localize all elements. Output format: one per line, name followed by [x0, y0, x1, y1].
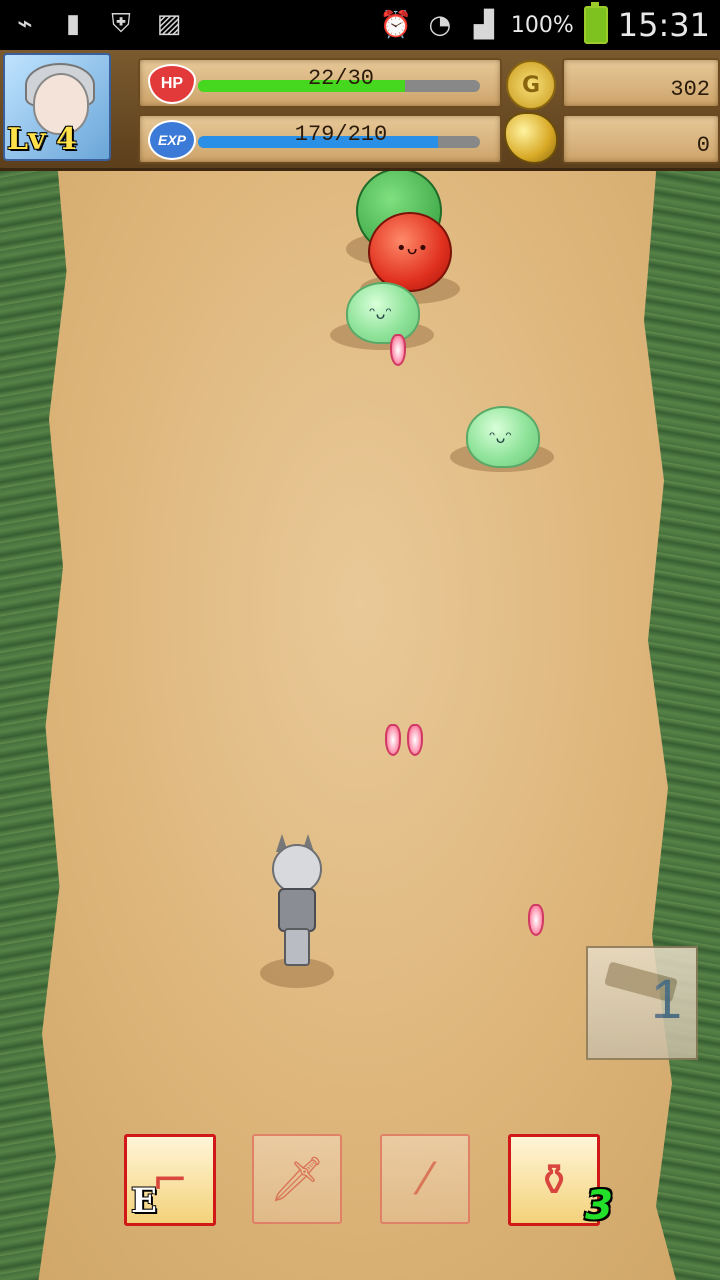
potion-slot-button[interactable]: ⚱ 3 — [508, 1134, 613, 1229]
gallery-icon: ▨ — [156, 9, 182, 39]
character-portrait[interactable]: Lv 4 — [3, 53, 111, 161]
hp-panel: HP 22/30 — [138, 58, 502, 108]
signal-icon: ▟ — [473, 10, 494, 40]
gold-panel: 302 — [562, 58, 720, 108]
player-bullet — [528, 904, 544, 936]
grass-left — [0, 50, 70, 1280]
usb-icon: ⌁ — [17, 9, 33, 39]
gold-ore-icon — [504, 112, 558, 164]
grass-right — [640, 50, 720, 1280]
knife-slot-button[interactable]: 🗡 — [252, 1134, 342, 1224]
player-bullet — [407, 724, 423, 756]
slime-enemy: ᵔᴗᵔ — [466, 406, 540, 468]
gold-coin-icon: G — [506, 60, 556, 110]
game-field[interactable]: •ᴗ• ᵔᴗᵔ ᵔᴗᵔ — [0, 50, 720, 1280]
status-bar: ⌁ ▮ ⛨ ▨ ⏰ ◔ ▟ 100% 15:31 — [0, 0, 720, 50]
shield-app-icon: ⛨ — [111, 8, 131, 39]
potion-quantity: 3 — [585, 1183, 613, 1229]
battery-percent: 100% — [510, 12, 574, 38]
red-spiky-enemy: •ᴗ• — [368, 212, 452, 292]
dynamite-icon: ⁄ — [421, 1153, 429, 1205]
dynamite-slot-button[interactable]: ⁄ — [380, 1134, 470, 1224]
gun-slot-button[interactable]: ⌐ E — [124, 1134, 216, 1226]
ore-value: 0 — [696, 133, 710, 158]
clock: 15:31 — [617, 6, 710, 44]
hp-heart-icon: HP — [148, 64, 196, 104]
hud: Lv 4 HP 22/30 EXP 179/210 G 302 0 — [0, 50, 720, 171]
gun-icon: ⌐ — [151, 1154, 189, 1206]
exp-orb-icon: EXP — [148, 120, 196, 160]
player-character — [266, 834, 326, 974]
potion-icon: ⚱ — [535, 1154, 573, 1206]
exp-panel: EXP 179/210 — [138, 114, 502, 164]
charging-icon: ▮ — [65, 9, 81, 39]
level-label: Lv 4 — [7, 122, 77, 157]
enemy-bullet — [390, 334, 406, 366]
player-bullet — [385, 724, 401, 756]
knife-icon: 🗡 — [269, 1154, 325, 1205]
exp-text: 179/210 — [294, 122, 388, 147]
wifi-icon: ◔ — [428, 10, 452, 40]
ammo-count: 1 — [650, 967, 682, 1030]
equipped-tag: E — [131, 1181, 157, 1221]
hp-text: 22/30 — [307, 66, 374, 91]
gold-value: 302 — [670, 77, 710, 102]
alarm-icon: ⏰ — [379, 10, 413, 40]
battery-icon — [583, 2, 608, 44]
slime-enemy: ᵔᴗᵔ — [346, 282, 420, 344]
ammo-card[interactable]: 1 — [586, 946, 698, 1060]
ore-panel: 0 — [562, 114, 720, 164]
